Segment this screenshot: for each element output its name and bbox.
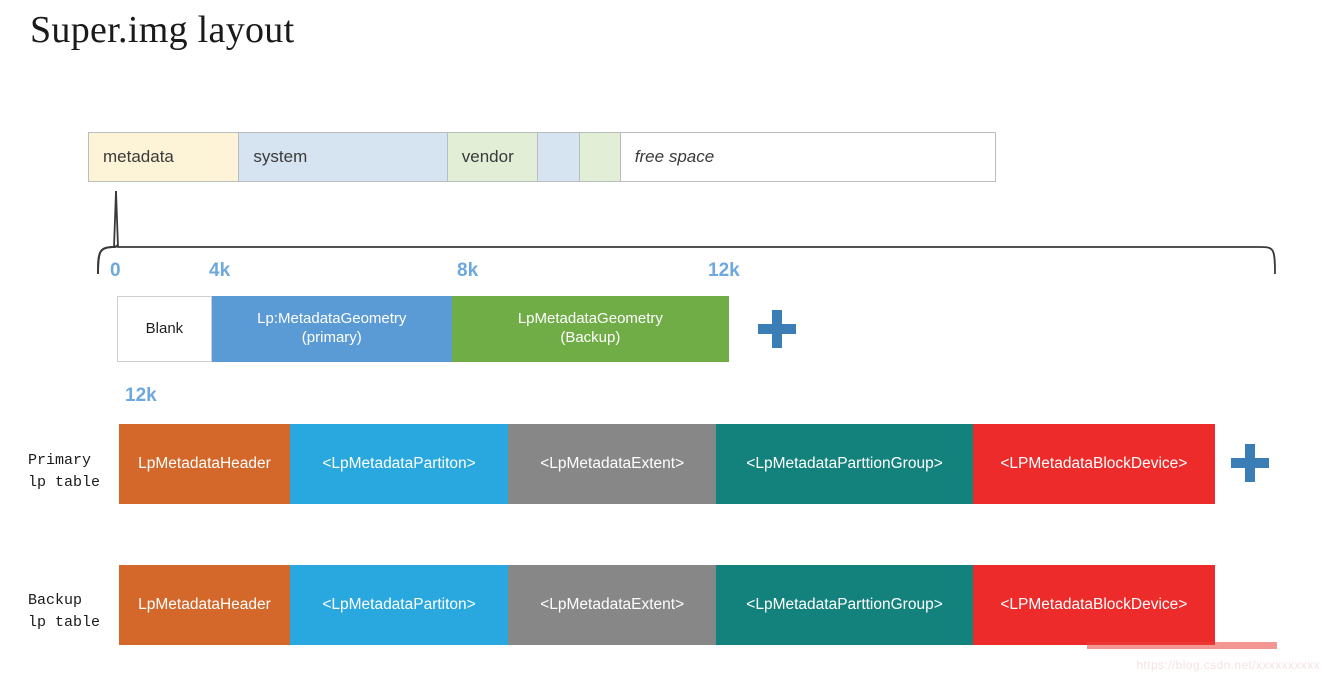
backup-row-label-line1: Backup [28, 592, 83, 609]
geometry-block-line: Lp:MetadataGeometry [257, 310, 407, 328]
backup-lp-block-lpmetadatablockdevice: <LPMetadataBlockDevice> [972, 565, 1215, 645]
geometry-block-lpmetadatageometry-backup: LpMetadataGeometry (Backup) [451, 296, 729, 362]
scale-tick-0: 0 [110, 260, 121, 281]
primary-lp-table-row: LpMetadataHeader <LpMetadataPartiton> <LpM… [119, 424, 1215, 504]
partition-block-free-space: free space [620, 133, 995, 181]
backup-lp-block-label: <LPMetadataBlockDevice> [1000, 596, 1188, 613]
partition-block-label: vendor [461, 147, 514, 166]
primary-table-offset-label: 12k [125, 385, 157, 406]
metadata-expansion-brace [90, 186, 1290, 278]
primary-lp-block-lpmetadatapartiton: <LpMetadataPartiton> [289, 424, 509, 504]
backup-lp-block-lpmetadataextent: <LpMetadataExtent> [508, 565, 717, 645]
plus-icon-geometry [758, 310, 796, 348]
primary-lp-block-label: LpMetadataHeader [138, 455, 271, 472]
primary-lp-block-label: <LPMetadataBlockDevice> [1000, 455, 1188, 472]
primary-lp-block-label: <LpMetadataPartiton> [322, 455, 476, 472]
backup-lp-block-label: <LpMetadataPartiton> [322, 596, 476, 613]
primary-lp-block-label: <LpMetadataExtent> [540, 455, 685, 472]
metadata-geometry-row: Blank Lp:MetadataGeometry (primary) LpMetad… [117, 296, 729, 362]
geometry-block-line: Blank [145, 319, 184, 337]
watermark-bar [1087, 642, 1277, 649]
primary-lp-block-lpmetadataextent: <LpMetadataExtent> [508, 424, 717, 504]
backup-lp-block-label: <LpMetadataExtent> [540, 596, 685, 613]
partition-block-label: metadata [103, 147, 174, 166]
backup-lp-block-lpmetadataheader: LpMetadataHeader [119, 565, 290, 645]
backup-lp-block-label: <LpMetadataParttionGroup> [746, 596, 943, 613]
scale-tick-12k: 12k [708, 260, 740, 281]
partition-block-system: system [239, 133, 448, 181]
primary-row-label-line2: lp table [28, 473, 101, 491]
primary-lp-block-label: <LpMetadataParttionGroup> [746, 455, 943, 472]
backup-lp-block-lpmetadatapartiton: <LpMetadataPartiton> [289, 565, 509, 645]
backup-lp-block-lpmetadataparttiongroup: <LpMetadataParttionGroup> [716, 565, 973, 645]
primary-lp-block-lpmetadatablockdevice: <LPMetadataBlockDevice> [972, 424, 1215, 504]
backup-row-label-line2: lp table [28, 613, 101, 631]
geometry-block-line: LpMetadataGeometry [517, 310, 663, 328]
watermark-text: https://blog.csdn.net/xxxxxxxxxx [1136, 658, 1320, 672]
super-partition-bar: metadata system vendor free space [88, 132, 996, 182]
primary-lp-block-lpmetadataparttiongroup: <LpMetadataParttionGroup> [716, 424, 973, 504]
geometry-block-line: (Backup) [560, 329, 621, 346]
primary-lp-block-lpmetadataheader: LpMetadataHeader [119, 424, 290, 504]
primary-row-label-line1: Primary [28, 452, 92, 469]
backup-lp-table-row: LpMetadataHeader <LpMetadataPartiton> <LpM… [119, 565, 1215, 645]
backup-lp-table-label: Backup lp table [28, 590, 100, 634]
partition-block-label: system [253, 147, 308, 166]
geometry-block-blank: Blank [117, 296, 212, 362]
scale-tick-4k: 4k [209, 260, 231, 281]
primary-lp-table-label: Primary lp table [28, 450, 100, 494]
geometry-block-lp-metadatageometry-primary: Lp:MetadataGeometry (primary) [211, 296, 452, 362]
scale-tick-8k: 8k [457, 260, 479, 281]
geometry-block-line: (primary) [301, 329, 362, 346]
partition-block-unnamed-3 [538, 133, 581, 181]
backup-lp-block-label: LpMetadataHeader [138, 596, 271, 613]
partition-block-unnamed-4 [580, 133, 621, 181]
plus-icon-primary-table [1231, 444, 1269, 482]
partition-block-metadata: metadata [89, 133, 240, 181]
partition-block-label: free space [634, 147, 715, 166]
page-title: Super.img layout [30, 9, 295, 51]
partition-block-vendor: vendor [447, 133, 539, 181]
